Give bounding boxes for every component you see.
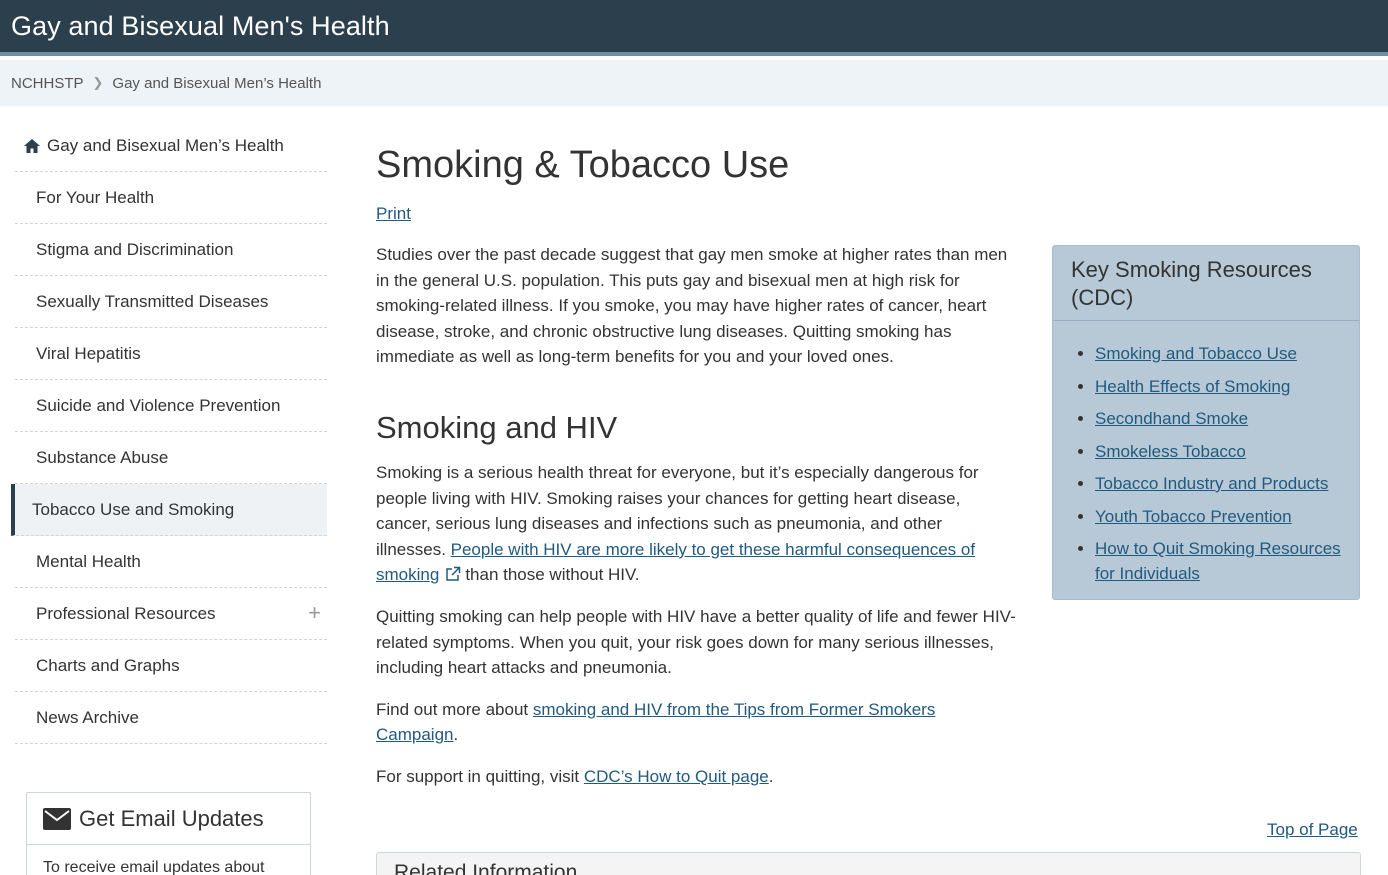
sidebar-item-label: Viral Hepatitis xyxy=(36,343,141,363)
sidebar-item-label: News Archive xyxy=(36,707,139,727)
sidebar-item-label: Substance Abuse xyxy=(36,447,169,467)
section-heading-smoking-hiv: Smoking and HIV xyxy=(376,409,618,445)
sidebar-item-label: Sexually Transmitted Diseases xyxy=(36,291,269,311)
sidebar-item-label: Mental Health xyxy=(36,551,141,571)
site-header: Gay and Bisexual Men's Health xyxy=(0,0,1388,56)
list-item: How to Quit Smoking Resources for Indivi… xyxy=(1095,536,1349,586)
email-updates-header[interactable]: Get Email Updates xyxy=(27,793,310,845)
sidebar-item-label: Charts and Graphs xyxy=(36,655,180,675)
sidebar-item-professional-resources[interactable]: Professional Resources + xyxy=(15,588,327,640)
list-item: Youth Tobacco Prevention xyxy=(1095,504,1349,529)
resource-link-smokeless-tobacco[interactable]: Smokeless Tobacco xyxy=(1095,442,1246,461)
sidebar-item-std[interactable]: Sexually Transmitted Diseases xyxy=(15,276,327,328)
list-item: Tobacco Industry and Products xyxy=(1095,471,1349,496)
sidebar-item-suicide-violence[interactable]: Suicide and Violence Prevention xyxy=(15,380,327,432)
resource-link-secondhand-smoke[interactable]: Secondhand Smoke xyxy=(1095,409,1248,428)
support-after: . xyxy=(768,766,774,786)
sidebar-item-stigma[interactable]: Stigma and Discrimination xyxy=(15,224,327,276)
key-smoking-resources-box: Key Smoking Resources (CDC) Smoking and … xyxy=(1052,245,1360,600)
sidebar-item-tobacco[interactable]: Tobacco Use and Smoking xyxy=(11,484,327,536)
sidebar-item-charts-graphs[interactable]: Charts and Graphs xyxy=(15,640,327,692)
find-out-paragraph: Find out more about smoking and HIV from… xyxy=(376,697,1016,748)
sidebar-item-label: Professional Resources xyxy=(36,603,216,623)
quitting-paragraph: Quitting smoking can help people with HI… xyxy=(376,606,1016,678)
breadcrumb-item-nchhstp[interactable]: NCHHSTP xyxy=(11,75,84,92)
sidebar-item-for-your-health[interactable]: For Your Health xyxy=(15,172,327,224)
sidebar-item-label: Tobacco Use and Smoking xyxy=(32,499,235,519)
email-updates-title: Get Email Updates xyxy=(79,805,264,831)
list-item: Smoking and Tobacco Use xyxy=(1095,341,1349,366)
list-item: Smokeless Tobacco xyxy=(1095,439,1349,464)
related-information-box: Related Information xyxy=(376,852,1361,875)
intro-paragraph: Studies over the past decade suggest tha… xyxy=(376,245,1008,367)
site-title[interactable]: Gay and Bisexual Men's Health xyxy=(11,11,390,42)
find-out-after: . xyxy=(453,725,459,745)
sidebar-item-viral-hepatitis[interactable]: Viral Hepatitis xyxy=(15,328,327,380)
sidebar-item-label: Stigma and Discrimination xyxy=(36,239,234,259)
sidebar-nav: Gay and Bisexual Men’s Health For Your H… xyxy=(11,120,327,744)
top-of-page-link[interactable]: Top of Page xyxy=(1267,820,1358,840)
email-updates-text: To receive email updates about xyxy=(43,859,265,875)
find-out-text: Find out more about xyxy=(376,699,533,719)
print-link[interactable]: Print xyxy=(376,204,411,224)
support-paragraph: For support in quitting, visit CDC’s How… xyxy=(376,764,1016,790)
resource-link-smoking-tobacco-use[interactable]: Smoking and Tobacco Use xyxy=(1095,344,1297,363)
sidebar-item-label: For Your Health xyxy=(36,187,155,207)
main-content: Smoking & Tobacco Use Print Studies over… xyxy=(376,140,1016,806)
external-link-icon[interactable] xyxy=(445,566,461,582)
expand-plus-icon[interactable]: + xyxy=(308,600,321,626)
resource-link-how-to-quit[interactable]: How to Quit Smoking Resources for Indivi… xyxy=(1095,539,1341,583)
list-item: Secondhand Smoke xyxy=(1095,406,1349,431)
sidebar-item-mental-health[interactable]: Mental Health xyxy=(15,536,327,588)
home-icon xyxy=(24,138,40,153)
sidebar-item-substance-abuse[interactable]: Substance Abuse xyxy=(15,432,327,484)
resources-title: Key Smoking Resources (CDC) xyxy=(1053,246,1359,321)
chevron-right-icon: ❯ xyxy=(92,75,104,90)
resources-list: Smoking and Tobacco Use Health Effects o… xyxy=(1053,321,1359,586)
hiv-paragraph: Smoking is a serious health threat for e… xyxy=(376,460,1016,588)
support-text: For support in quitting, visit xyxy=(376,766,584,786)
breadcrumb-item-current[interactable]: Gay and Bisexual Men’s Health xyxy=(112,75,321,92)
resource-link-health-effects[interactable]: Health Effects of Smoking xyxy=(1095,377,1290,396)
email-updates-box: Get Email Updates To receive email updat… xyxy=(26,792,311,875)
related-information-title[interactable]: Related Information xyxy=(394,861,577,875)
breadcrumb: NCHHSTP ❯ Gay and Bisexual Men’s Health xyxy=(0,60,1388,106)
page-title: Smoking & Tobacco Use xyxy=(376,144,790,186)
how-to-quit-link[interactable]: CDC’s How to Quit page xyxy=(584,767,769,786)
list-item: Health Effects of Smoking xyxy=(1095,374,1349,399)
resource-link-youth-prevention[interactable]: Youth Tobacco Prevention xyxy=(1095,507,1292,526)
sidebar-item-label: Gay and Bisexual Men’s Health xyxy=(47,135,284,155)
sidebar-item-news-archive[interactable]: News Archive xyxy=(15,692,327,744)
sidebar-item-label: Suicide and Violence Prevention xyxy=(36,395,281,415)
hiv-paragraph-after: than those without HIV. xyxy=(465,565,640,585)
resource-link-tobacco-industry[interactable]: Tobacco Industry and Products xyxy=(1095,474,1328,493)
envelope-icon xyxy=(43,807,71,830)
sidebar-item-home[interactable]: Gay and Bisexual Men’s Health xyxy=(15,120,327,172)
